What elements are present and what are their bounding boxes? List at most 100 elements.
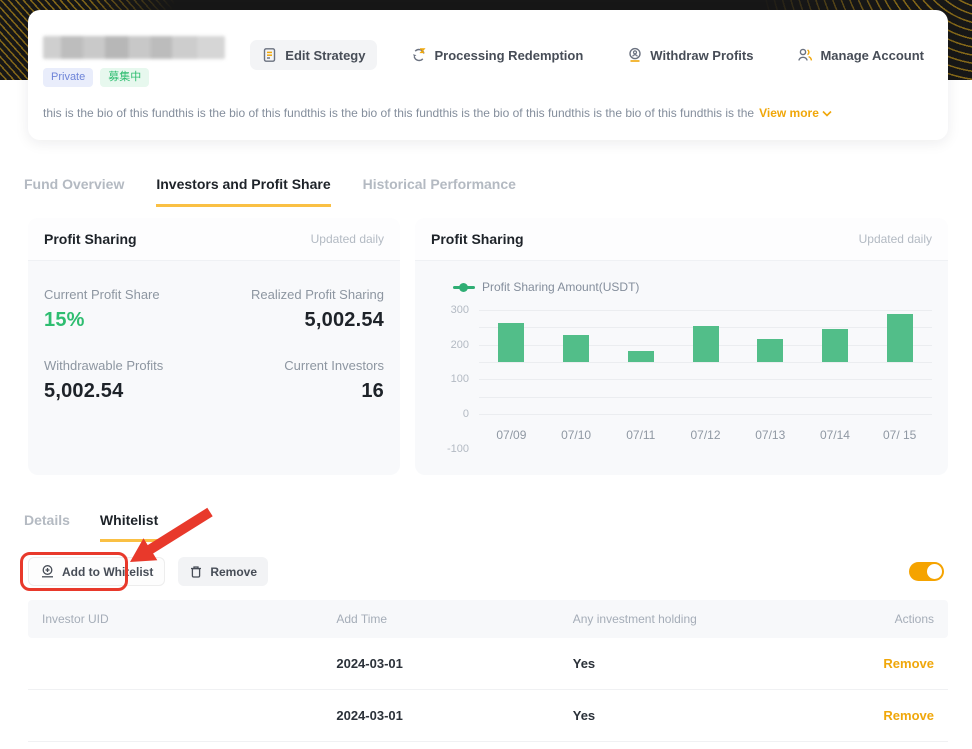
- stats-card-title: Profit Sharing: [44, 231, 137, 247]
- column-investor-uid: Investor UID: [42, 612, 336, 626]
- processing-redemption-icon: [411, 47, 427, 63]
- row-remove-link[interactable]: Remove: [836, 708, 934, 723]
- table-row: 2024-03-01 Yes Remove: [28, 638, 948, 690]
- chart-bar: [822, 329, 848, 362]
- x-axis-label: 07/ 15: [867, 428, 932, 442]
- stat-current-investors: Current Investors 16: [214, 358, 384, 403]
- manage-account-button[interactable]: Manage Account: [787, 40, 934, 70]
- y-axis-tick: 0: [463, 408, 469, 420]
- holding-cell: Yes: [573, 656, 836, 671]
- stat-value: 15%: [44, 309, 214, 332]
- chart-legend[interactable]: Profit Sharing Amount(USDT): [453, 280, 948, 294]
- chevron-down-icon: [822, 110, 832, 117]
- add-to-whitelist-label: Add to Whitelist: [62, 565, 153, 579]
- tab-historical-performance[interactable]: Historical Performance: [363, 176, 516, 207]
- whitelist-toggle-on[interactable]: [909, 562, 944, 581]
- chart-updated-daily-label: Updated daily: [859, 232, 932, 246]
- badge-row: Private 募集中: [43, 68, 149, 87]
- x-axis-label: 07/10: [544, 428, 609, 442]
- x-axis-label: 07/09: [479, 428, 544, 442]
- stat-value: 16: [214, 380, 384, 403]
- tab-details[interactable]: Details: [24, 512, 70, 542]
- stat-label: Withdrawable Profits: [44, 358, 214, 373]
- chart-bar: [498, 323, 524, 362]
- y-axis-tick: 300: [451, 304, 469, 316]
- stat-value: 5,002.54: [214, 309, 384, 332]
- recruiting-badge: 募集中: [100, 68, 149, 87]
- stat-label: Realized Profit Sharing: [214, 287, 384, 302]
- gridline: -300: [479, 414, 932, 415]
- view-more-label: View more: [759, 106, 819, 120]
- stat-current-profit-share: Current Profit Share 15%: [44, 287, 214, 332]
- bar-slot: [608, 310, 673, 414]
- edit-strategy-icon: [262, 47, 278, 63]
- withdraw-profits-button[interactable]: Withdraw Profits: [617, 40, 763, 70]
- chart-bar: [628, 351, 654, 362]
- whitelist-section-tabs: Details Whitelist: [24, 512, 158, 542]
- chart-bar: [757, 339, 783, 362]
- table-row: 2024-03-01 Yes Remove: [28, 690, 948, 742]
- header-action-buttons: Edit Strategy Processing Redemption: [250, 40, 934, 70]
- bar-slot: [479, 310, 544, 414]
- stat-label: Current Investors: [214, 358, 384, 373]
- stat-value: 5,002.54: [44, 380, 214, 403]
- chart-x-axis-labels: 07/0907/1007/1107/1207/1307/1407/ 15: [479, 428, 932, 442]
- fund-management-page: Private 募集中 Edit Strategy: [0, 0, 972, 749]
- fund-bio-row: this is the bio of this fundthis is the …: [43, 106, 933, 120]
- row-remove-link[interactable]: Remove: [836, 656, 934, 671]
- edit-strategy-button[interactable]: Edit Strategy: [250, 40, 377, 70]
- toggle-knob: [927, 564, 942, 579]
- add-time-cell: 2024-03-01: [336, 656, 572, 671]
- processing-redemption-button[interactable]: Processing Redemption: [401, 40, 593, 70]
- legend-label: Profit Sharing Amount(USDT): [482, 280, 639, 294]
- whitelist-table: Investor UID Add Time Any investment hol…: [28, 600, 948, 742]
- add-to-whitelist-icon: [40, 564, 55, 579]
- stats-updated-daily-label: Updated daily: [311, 232, 384, 246]
- bar-row: [479, 310, 932, 414]
- y-axis-tick: -100: [447, 443, 469, 455]
- bar-slot: [867, 310, 932, 414]
- private-badge: Private: [43, 68, 93, 87]
- column-any-investment-holding: Any investment holding: [573, 612, 836, 626]
- fund-bio-text: this is the bio of this fundthis is the …: [43, 106, 754, 120]
- bar-slot: [803, 310, 868, 414]
- y-axis-tick: 200: [451, 339, 469, 351]
- bar-slot: [673, 310, 738, 414]
- bar-slot: [738, 310, 803, 414]
- withdraw-profits-icon: [627, 47, 643, 63]
- remove-button-label: Remove: [210, 565, 257, 579]
- chart-bar: [887, 314, 913, 362]
- y-axis-tick: 100: [451, 373, 469, 385]
- x-axis-label: 07/12: [673, 428, 738, 442]
- bar-chart: 3002001000-100-200-300: [479, 310, 932, 414]
- stats-card-header: Profit Sharing Updated daily: [28, 218, 400, 261]
- edit-strategy-label: Edit Strategy: [285, 48, 365, 63]
- column-actions: Actions: [836, 612, 934, 626]
- chart-card-header: Profit Sharing Updated daily: [415, 218, 948, 261]
- add-to-whitelist-button[interactable]: Add to Whitelist: [28, 557, 165, 586]
- chart-card-title: Profit Sharing: [431, 231, 524, 247]
- chart-bar: [693, 326, 719, 362]
- bar-slot: [544, 310, 609, 414]
- remove-button[interactable]: Remove: [178, 557, 268, 586]
- main-tabs: Fund Overview Investors and Profit Share…: [24, 176, 516, 207]
- x-axis-label: 07/14: [803, 428, 868, 442]
- table-header-row: Investor UID Add Time Any investment hol…: [28, 600, 948, 638]
- holding-cell: Yes: [573, 708, 836, 723]
- whitelist-toolbar: Add to Whitelist Remove: [28, 557, 944, 586]
- legend-dot-icon: [453, 286, 475, 289]
- fund-name-redacted: [43, 36, 225, 59]
- stats-grid: Current Profit Share 15% Realized Profit…: [28, 261, 400, 403]
- chart-bar: [563, 335, 589, 362]
- column-add-time: Add Time: [336, 612, 572, 626]
- tab-whitelist[interactable]: Whitelist: [100, 512, 158, 542]
- trash-icon: [189, 565, 203, 579]
- profit-sharing-stats-card: Profit Sharing Updated daily Current Pro…: [28, 218, 400, 475]
- fund-header-card: Private 募集中 Edit Strategy: [28, 10, 948, 140]
- stat-label: Current Profit Share: [44, 287, 214, 302]
- tab-investors-and-profit-share[interactable]: Investors and Profit Share: [156, 176, 330, 207]
- tab-fund-overview[interactable]: Fund Overview: [24, 176, 124, 207]
- view-more-link[interactable]: View more: [759, 106, 832, 120]
- manage-account-icon: [797, 47, 813, 63]
- chart-plot-area: 3002001000-100-200-300: [479, 310, 932, 414]
